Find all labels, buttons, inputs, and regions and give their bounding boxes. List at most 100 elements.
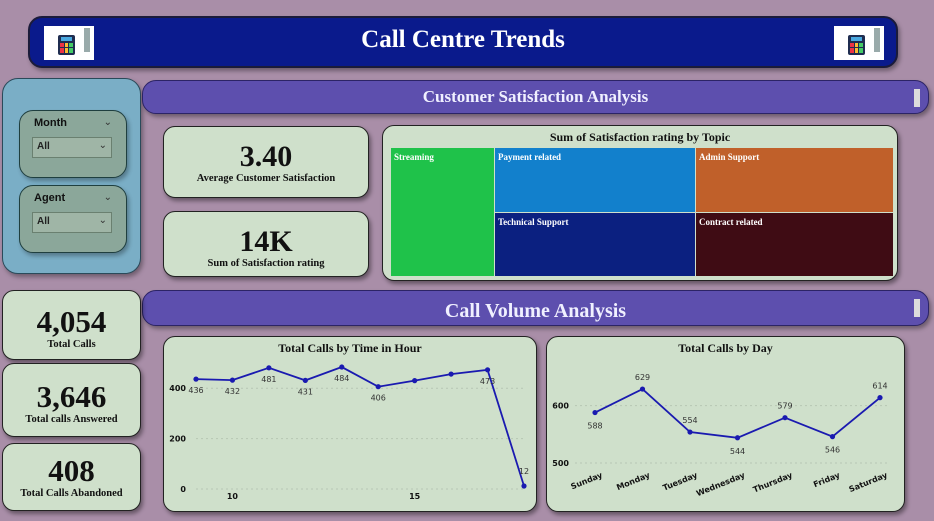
avg-satisfaction-label: Average Customer Satisfaction: [196, 173, 336, 184]
agent-slicer[interactable]: Agent ⌄ All ⌄: [19, 185, 127, 253]
x-tick-label: Friday: [812, 470, 842, 489]
y-tick-label: 200: [169, 435, 186, 444]
chevron-down-icon[interactable]: ⌄: [104, 117, 112, 128]
volume-section-title: Call Volume Analysis: [444, 300, 627, 322]
abandoned-calls-value: 408: [48, 453, 95, 488]
x-tick-label: 10: [227, 492, 239, 501]
agent-dropdown[interactable]: All ⌄: [32, 212, 112, 233]
data-label: 481: [261, 375, 276, 384]
treemap-tile-label: Technical Support: [498, 217, 569, 227]
calls-by-day-chart: 500 600 Sunday Monday TuesdayWednesday Thursd…: [552, 373, 890, 498]
x-tick-label: Tuesday: [661, 470, 699, 492]
data-label: 554: [682, 416, 697, 425]
filter-panel: Month ⌄ All ⌄ Agent ⌄ All ⌄: [2, 78, 141, 274]
treemap-tile-payment[interactable]: Payment related: [495, 148, 695, 212]
page-title: Call Centre Trends: [361, 26, 565, 53]
calls-by-day-card: Total Calls by Day 500 600 Sunday Monday Tue…: [546, 336, 905, 512]
data-point: [339, 364, 345, 370]
total-calls-value: 4,054: [36, 304, 107, 339]
data-point: [521, 483, 527, 489]
chevron-down-icon[interactable]: ⌄: [99, 215, 107, 226]
satisfaction-section-title: Customer Satisfaction Analysis: [422, 87, 649, 106]
data-point: [448, 371, 454, 377]
data-point: [412, 378, 418, 384]
data-label: 406: [371, 394, 386, 403]
total-calls-card: 4,054 Total Calls: [2, 290, 141, 360]
chevron-down-icon[interactable]: ⌄: [104, 192, 112, 203]
calculator-icon: [834, 26, 884, 60]
data-point: [782, 415, 788, 421]
hour-series-line: [195, 366, 525, 487]
data-point: [734, 435, 741, 441]
y-tick-label: 600: [552, 402, 569, 411]
data-label: 546: [825, 446, 840, 455]
data-label: 579: [777, 402, 792, 411]
avg-satisfaction-value: 3.40: [239, 140, 293, 173]
treemap-tile-label: Admin Support: [699, 152, 760, 162]
treemap-tile-label: Contract related: [699, 217, 763, 227]
data-label: 588: [587, 422, 602, 431]
sum-satisfaction-label: Sum of Satisfaction rating: [207, 258, 325, 269]
data-point: [829, 434, 836, 440]
answered-calls-label: Total calls Answered: [25, 414, 118, 425]
treemap-tile-contract[interactable]: Contract related: [696, 213, 893, 276]
treemap-tile-technical[interactable]: Technical Support: [495, 213, 695, 276]
calls-by-hour-card: Total Calls by Time in Hour 0 200 400 10 15 4…: [163, 336, 537, 512]
x-tick-label: 15: [409, 492, 421, 501]
sum-satisfaction-value: 14K: [239, 225, 293, 258]
data-point: [375, 384, 381, 390]
y-tick-label: 0: [180, 485, 186, 494]
x-tick-label: Monday: [615, 470, 652, 492]
data-point: [687, 429, 693, 435]
satisfaction-section-header: Customer Satisfaction Analysis: [142, 80, 929, 114]
agent-slicer-label: Agent: [34, 192, 66, 204]
day-series-line: [594, 387, 881, 439]
x-tick-label: Saturday: [848, 470, 890, 494]
data-point: [266, 365, 272, 371]
month-slicer-label: Month: [34, 117, 67, 129]
topic-treemap-card: Sum of Satisfaction rating by Topic Stre…: [382, 125, 898, 281]
treemap-tile-admin[interactable]: Admin Support: [696, 148, 893, 212]
y-tick-label: 500: [552, 459, 569, 468]
treemap-tile-label: Payment related: [498, 152, 562, 162]
x-tick-label: Wednesday: [695, 470, 747, 498]
treemap-title: Sum of Satisfaction rating by Topic: [549, 130, 731, 144]
answered-calls-card: 3,646 Total calls Answered: [2, 363, 141, 437]
agent-dropdown-value: All: [37, 216, 50, 227]
month-dropdown[interactable]: All ⌄: [32, 137, 112, 158]
title-banner: Call Centre Trends: [28, 16, 898, 68]
x-tick-label: Thursday: [752, 470, 795, 494]
data-label: 473: [480, 377, 495, 386]
data-label: 614: [872, 382, 887, 391]
calls-by-hour-chart: 0 200 400 10 15 436 432 481 431 484 406 473 12: [169, 364, 529, 501]
section-marker-icon: [914, 299, 920, 317]
data-point: [639, 386, 646, 392]
treemap-tile-streaming[interactable]: Streaming: [391, 148, 494, 276]
treemap-tile-label: Streaming: [394, 152, 434, 162]
section-marker-icon: [914, 89, 920, 107]
y-tick-label: 400: [169, 384, 186, 393]
data-label: 431: [298, 387, 313, 396]
data-point: [302, 377, 308, 383]
answered-calls-value: 3,646: [36, 379, 107, 414]
data-point: [592, 409, 598, 416]
data-label: 432: [225, 387, 240, 396]
data-point: [484, 367, 491, 373]
data-point: [229, 377, 236, 383]
data-label: 544: [730, 447, 745, 456]
treemap: Streaming Payment related Admin Support …: [391, 148, 893, 276]
data-point: [193, 376, 199, 382]
data-label: 629: [635, 373, 650, 382]
month-dropdown-value: All: [37, 141, 50, 152]
month-slicer[interactable]: Month ⌄ All ⌄: [19, 110, 127, 178]
abandoned-calls-card: 408 Total Calls Abandoned: [2, 443, 141, 511]
sum-satisfaction-card: 14K Sum of Satisfaction rating: [163, 211, 369, 277]
data-label: 12: [519, 467, 529, 476]
chevron-down-icon[interactable]: ⌄: [99, 140, 107, 151]
data-point: [877, 395, 883, 401]
data-label: 484: [334, 374, 349, 383]
x-tick-label: Sunday: [570, 470, 605, 491]
total-calls-label: Total Calls: [47, 339, 96, 350]
data-label: 436: [188, 386, 203, 395]
abandoned-calls-label: Total Calls Abandoned: [20, 488, 123, 499]
